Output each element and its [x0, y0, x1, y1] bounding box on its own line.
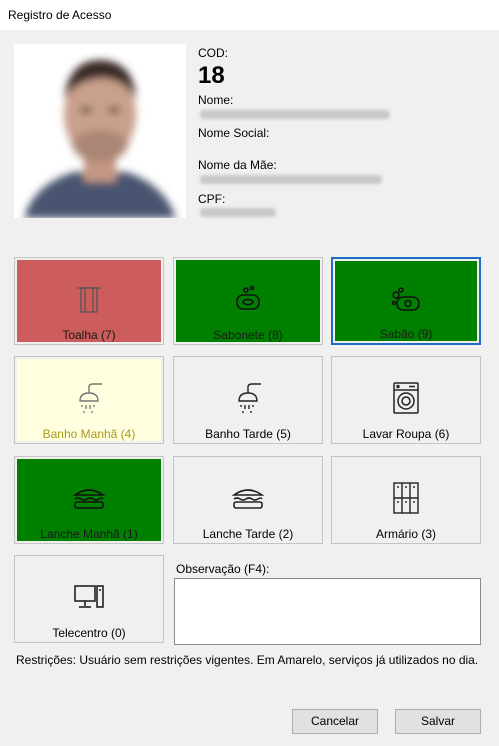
nome-label: Nome: — [198, 93, 234, 107]
service-label: Toalha (7) — [62, 328, 116, 342]
computer-icon — [74, 585, 104, 608]
soap-icon — [236, 285, 260, 310]
service-label: Telecentro (0) — [52, 626, 126, 640]
cpf-value-redacted — [200, 208, 276, 217]
soap-bubbles-icon — [391, 287, 420, 311]
service-label: Lanche Tarde (2) — [202, 527, 294, 541]
service-lavar-roupa[interactable]: Lavar Roupa (6) — [331, 356, 481, 444]
observacao-field[interactable] — [174, 578, 481, 645]
service-banho-tarde[interactable]: Banho Tarde (5) — [173, 356, 323, 444]
service-label: Banho Manhã (4) — [42, 427, 136, 441]
towel-icon — [77, 287, 101, 313]
service-lanche-manha[interactable]: Lanche Manhã (1) — [14, 456, 164, 544]
nome-mae-label: Nome da Mãe: — [198, 158, 277, 172]
sandwich-icon — [231, 489, 265, 509]
service-lanche-tarde[interactable]: Lanche Tarde (2) — [173, 456, 323, 544]
service-label: Banho Tarde (5) — [205, 427, 291, 441]
nome-mae-value-redacted — [200, 175, 382, 184]
cancel-button[interactable]: Cancelar — [292, 709, 378, 734]
cpf-label: CPF: — [198, 192, 226, 206]
service-armario[interactable]: Armário (3) — [331, 456, 481, 544]
person-photo — [14, 44, 186, 218]
nome-value-redacted — [200, 110, 390, 119]
shower-icon — [238, 383, 261, 413]
title-bar: Registro de Acesso — [0, 0, 499, 30]
person-photo-image — [14, 44, 186, 218]
washing-machine-icon — [393, 382, 419, 414]
save-button[interactable]: Salvar — [395, 709, 481, 734]
shower-icon — [79, 383, 102, 413]
locker-icon — [393, 482, 419, 514]
service-sabonete[interactable]: Sabonete (8) — [173, 257, 323, 345]
window-title: Registro de Acesso — [8, 8, 112, 22]
service-banho-manha[interactable]: Banho Manhã (4) — [14, 356, 164, 444]
service-label: Sabão (9) — [379, 327, 433, 341]
nome-social-label: Nome Social: — [198, 126, 270, 140]
service-label: Sabonete (8) — [213, 328, 283, 342]
service-sabao[interactable]: Sabão (9) — [331, 257, 481, 345]
service-label: Lanche Manhã (1) — [40, 527, 138, 541]
service-toalha[interactable]: Toalha (7) — [14, 257, 164, 345]
cod-label: COD: — [198, 46, 228, 60]
service-telecentro[interactable]: Telecentro (0) — [14, 555, 164, 643]
service-label: Lavar Roupa (6) — [362, 427, 450, 441]
observacao-label: Observação (F4): — [176, 562, 270, 576]
sandwich-icon — [72, 489, 106, 509]
service-label: Armário (3) — [375, 527, 436, 541]
cod-value: 18 — [198, 62, 225, 89]
restricoes-text: Restrições: Usuário sem restrições vigen… — [16, 653, 479, 667]
